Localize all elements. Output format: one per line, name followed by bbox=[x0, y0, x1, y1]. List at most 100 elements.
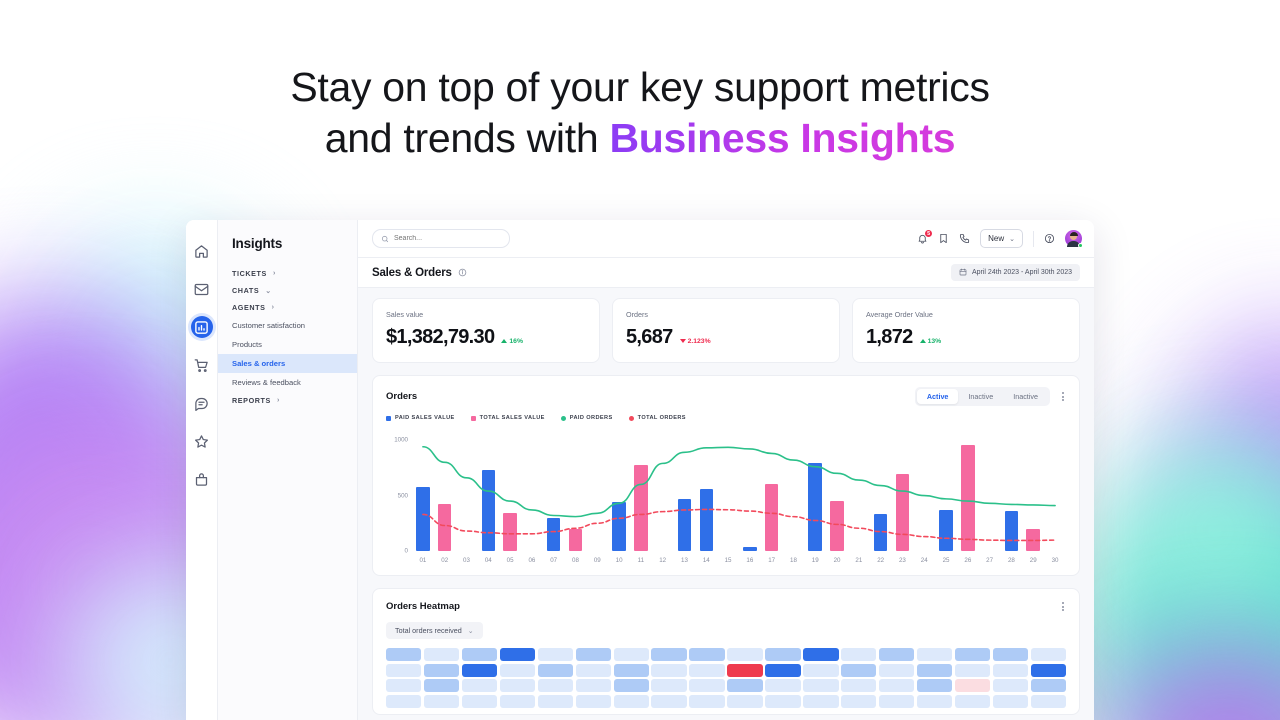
heatmap-cell[interactable] bbox=[386, 694, 422, 708]
heatmap-cell[interactable] bbox=[537, 694, 574, 708]
heatmap-cell[interactable] bbox=[689, 679, 725, 692]
heatmap-cell[interactable] bbox=[992, 648, 1029, 661]
heatmap-cell[interactable] bbox=[613, 663, 649, 677]
info-icon[interactable] bbox=[458, 268, 467, 277]
heatmap-cell[interactable] bbox=[651, 663, 687, 677]
heatmap-cell[interactable] bbox=[499, 679, 536, 692]
bell-icon[interactable]: 5 bbox=[917, 229, 934, 244]
heatmap-cell[interactable] bbox=[651, 694, 687, 708]
heatmap-cell[interactable] bbox=[575, 694, 612, 708]
heatmap-cell[interactable] bbox=[878, 663, 915, 677]
heatmap-cell[interactable] bbox=[954, 694, 991, 708]
sidebar-item-reviews-and-feedback[interactable]: Reviews & feedback bbox=[218, 373, 357, 392]
chat-icon[interactable] bbox=[191, 392, 213, 414]
heatmap-cell[interactable] bbox=[954, 663, 991, 677]
heatmap-cell[interactable] bbox=[916, 679, 953, 692]
heatmap-cell[interactable] bbox=[992, 679, 1029, 692]
heatmap-cell[interactable] bbox=[765, 679, 801, 692]
heatmap-cell[interactable] bbox=[651, 679, 687, 692]
heatmap-cell[interactable] bbox=[803, 679, 839, 692]
heatmap-cell[interactable] bbox=[916, 648, 953, 661]
star-icon[interactable] bbox=[191, 430, 213, 452]
analytics-icon[interactable] bbox=[190, 316, 213, 338]
heatmap-cell[interactable] bbox=[765, 694, 801, 708]
heatmap-cell[interactable] bbox=[537, 679, 574, 692]
heatmap-cell[interactable] bbox=[803, 694, 839, 708]
kebab-menu-icon[interactable] bbox=[1060, 390, 1066, 403]
heatmap-cell[interactable] bbox=[1030, 663, 1067, 677]
heatmap-cell[interactable] bbox=[423, 648, 460, 661]
heatmap-cell[interactable] bbox=[386, 648, 422, 661]
heatmap-cell[interactable] bbox=[575, 679, 612, 692]
heatmap-cell[interactable] bbox=[841, 648, 877, 661]
segment-inactive-1[interactable]: Inactive bbox=[958, 389, 1003, 404]
heatmap-cell[interactable] bbox=[878, 679, 915, 692]
heatmap-cell[interactable] bbox=[954, 679, 991, 692]
heatmap-cell[interactable] bbox=[954, 648, 991, 661]
heatmap-cell[interactable] bbox=[727, 663, 763, 677]
heatmap-cell[interactable] bbox=[651, 648, 687, 661]
heatmap-cell[interactable] bbox=[727, 694, 763, 708]
bookmark-icon[interactable] bbox=[938, 233, 949, 244]
heatmap-cell[interactable] bbox=[386, 663, 422, 677]
sidebar-group-agents[interactable]: AGENTS › bbox=[218, 299, 357, 316]
heatmap-cell[interactable] bbox=[386, 679, 422, 692]
heatmap-cell[interactable] bbox=[423, 663, 460, 677]
heatmap-cell[interactable] bbox=[461, 663, 498, 677]
heatmap-cell[interactable] bbox=[1030, 694, 1067, 708]
heatmap-cell[interactable] bbox=[461, 679, 498, 692]
heatmap-cell[interactable] bbox=[992, 694, 1029, 708]
sidebar-group-chats[interactable]: CHATS ⌄ bbox=[218, 282, 357, 299]
heatmap-cell[interactable] bbox=[765, 663, 801, 677]
heatmap-cell[interactable] bbox=[878, 694, 915, 708]
avatar[interactable] bbox=[1065, 230, 1083, 248]
heatmap-cell[interactable] bbox=[841, 679, 877, 692]
heatmap-cell[interactable] bbox=[878, 648, 915, 661]
sidebar-item-customer-satisfaction[interactable]: Customer satisfaction bbox=[218, 316, 357, 335]
heatmap-cell[interactable] bbox=[841, 663, 877, 677]
heatmap-cell[interactable] bbox=[423, 694, 460, 708]
heatmap-cell[interactable] bbox=[1030, 679, 1067, 692]
heatmap-cell[interactable] bbox=[689, 663, 725, 677]
heatmap-cell[interactable] bbox=[841, 694, 877, 708]
kebab-menu-icon[interactable] bbox=[1060, 600, 1066, 613]
phone-icon[interactable] bbox=[959, 233, 970, 244]
sidebar-item-sales-and-orders[interactable]: Sales & orders bbox=[218, 354, 357, 373]
heatmap-cell[interactable] bbox=[689, 648, 725, 661]
heatmap-cell[interactable] bbox=[727, 679, 763, 692]
search-box[interactable] bbox=[372, 229, 510, 248]
mail-icon[interactable] bbox=[191, 278, 213, 300]
heatmap-cell[interactable] bbox=[613, 694, 649, 708]
heatmap-cell[interactable] bbox=[423, 679, 460, 692]
heatmap-cell[interactable] bbox=[765, 648, 801, 661]
heatmap-cell[interactable] bbox=[461, 694, 498, 708]
heatmap-cell[interactable] bbox=[575, 648, 612, 661]
heatmap-cell[interactable] bbox=[499, 648, 536, 661]
cart-icon[interactable] bbox=[191, 354, 213, 376]
new-button[interactable]: New ⌄ bbox=[980, 229, 1023, 248]
heatmap-cell[interactable] bbox=[916, 663, 953, 677]
heatmap-cell[interactable] bbox=[727, 648, 763, 661]
segment-inactive-2[interactable]: Inactive bbox=[1003, 389, 1048, 404]
sidebar-group-tickets[interactable]: TICKETS › bbox=[218, 265, 357, 282]
heatmap-cell[interactable] bbox=[803, 648, 839, 661]
heatmap-cell[interactable] bbox=[992, 663, 1029, 677]
heatmap-cell[interactable] bbox=[575, 663, 612, 677]
heatmap-metric-dropdown[interactable]: Total orders received ⌄ bbox=[386, 622, 483, 639]
heatmap-cell[interactable] bbox=[537, 663, 574, 677]
heatmap-cell[interactable] bbox=[499, 663, 536, 677]
heatmap-cell[interactable] bbox=[916, 694, 953, 708]
heatmap-cell[interactable] bbox=[613, 679, 649, 692]
search-input[interactable] bbox=[394, 235, 501, 242]
heatmap-cell[interactable] bbox=[1030, 648, 1067, 661]
heatmap-cell[interactable] bbox=[613, 648, 649, 661]
help-icon[interactable] bbox=[1044, 233, 1055, 244]
heatmap-cell[interactable] bbox=[803, 663, 839, 677]
sidebar-group-reports[interactable]: REPORTS › bbox=[218, 392, 357, 409]
home-icon[interactable] bbox=[191, 240, 213, 262]
heatmap-cell[interactable] bbox=[537, 648, 574, 661]
content-scroll[interactable]: Sales value $1,382,79.30 16% Orders 5,68… bbox=[358, 288, 1094, 720]
briefcase-icon[interactable] bbox=[191, 468, 213, 490]
heatmap-cell[interactable] bbox=[499, 694, 536, 708]
segment-active[interactable]: Active bbox=[916, 389, 959, 404]
